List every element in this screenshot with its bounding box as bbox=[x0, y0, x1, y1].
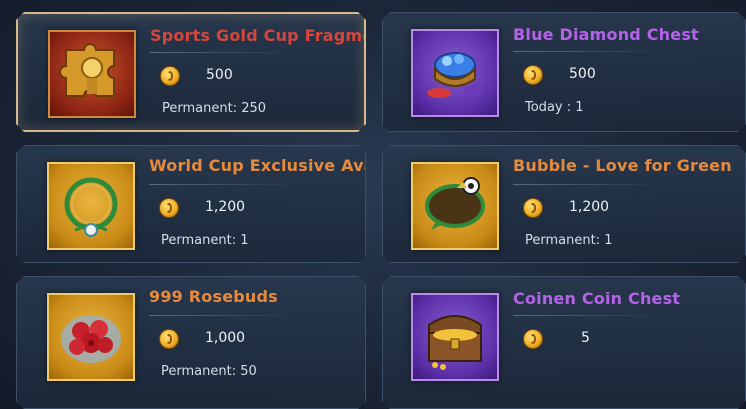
purchase-limit: Permanent: 1 bbox=[525, 233, 613, 248]
shop-item-world-cup-avatar-frame[interactable]: World Cup Exclusive Avatar Frame 1,200 P… bbox=[16, 145, 366, 263]
divider bbox=[150, 52, 300, 53]
shop-item-bubble-love-for-green[interactable]: Bubble - Love for Green 1,200 Permanent:… bbox=[382, 145, 746, 263]
item-title: Blue Diamond Chest bbox=[513, 25, 699, 44]
diamond-chest-icon bbox=[411, 29, 499, 117]
coin-icon bbox=[523, 65, 543, 85]
item-price: 500 bbox=[206, 67, 233, 83]
item-price: 500 bbox=[569, 66, 596, 82]
coin-icon bbox=[523, 329, 543, 349]
divider bbox=[149, 184, 299, 185]
divider bbox=[149, 315, 299, 316]
purchase-limit: Permanent: 50 bbox=[161, 364, 257, 379]
divider bbox=[513, 51, 663, 52]
avatar-frame-icon bbox=[47, 162, 135, 250]
item-price: 1,200 bbox=[569, 199, 610, 215]
gold-cup-fragment-icon bbox=[48, 30, 136, 118]
rose-bouquet-icon bbox=[47, 293, 135, 381]
item-price: 1,000 bbox=[205, 330, 246, 346]
purchase-limit: Permanent: 1 bbox=[161, 233, 249, 248]
shop-item-sports-gold-cup-fragments[interactable]: Sports Gold Cup Fragments 500 Permanent:… bbox=[16, 12, 366, 132]
chat-bubble-icon bbox=[411, 162, 499, 250]
item-title: Coinen Coin Chest bbox=[513, 289, 681, 308]
purchase-limit: Today : 1 bbox=[525, 100, 584, 115]
shop-item-blue-diamond-chest[interactable]: Blue Diamond Chest 500 Today : 1 bbox=[382, 12, 746, 132]
coin-icon bbox=[159, 329, 179, 349]
divider bbox=[513, 184, 663, 185]
item-price: 5 bbox=[581, 330, 590, 346]
item-price: 1,200 bbox=[205, 199, 246, 215]
coin-icon bbox=[160, 66, 180, 86]
item-title: 999 Rosebuds bbox=[149, 287, 278, 306]
shop-item-999-rosebuds[interactable]: 999 Rosebuds 1,000 Permanent: 50 bbox=[16, 276, 366, 409]
item-title: Bubble - Love for Green bbox=[513, 156, 732, 175]
item-title: World Cup Exclusive Avatar Frame bbox=[149, 156, 364, 175]
purchase-limit: Permanent: 250 bbox=[162, 101, 267, 116]
item-title: Sports Gold Cup Fragments bbox=[150, 26, 363, 45]
treasure-chest-icon bbox=[411, 293, 499, 381]
coin-icon bbox=[159, 198, 179, 218]
coin-icon bbox=[523, 198, 543, 218]
divider bbox=[513, 315, 663, 316]
shop-item-coinen-coin-chest[interactable]: Coinen Coin Chest 5 bbox=[382, 276, 746, 409]
